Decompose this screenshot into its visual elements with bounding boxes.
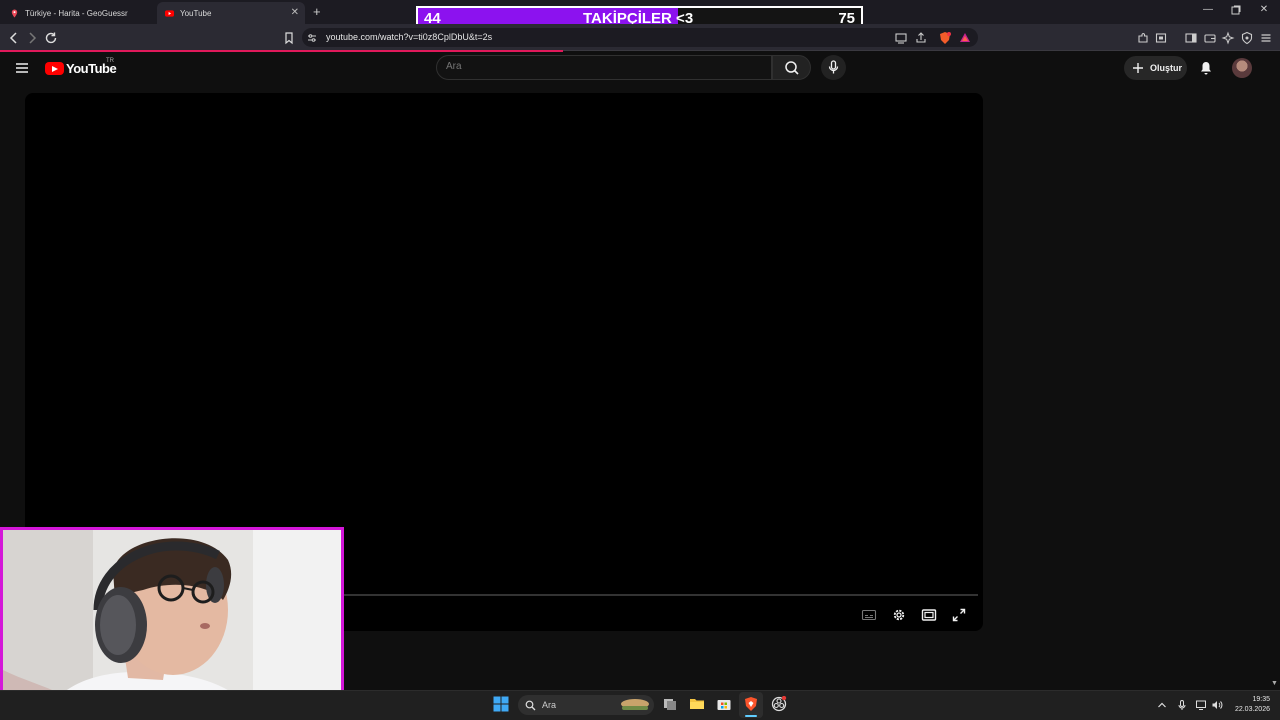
taskbar-search-placeholder: Ara [542, 700, 557, 710]
map-pin-icon [10, 8, 19, 18]
leo-ai-icon[interactable] [1221, 31, 1235, 45]
forward-icon[interactable] [25, 31, 39, 45]
plus-icon [1133, 63, 1143, 73]
theater-mode-icon[interactable] [921, 607, 937, 623]
tab-geoguessr[interactable]: Türkiye - Harita - GeoGuessr [2, 2, 152, 24]
screenshot-icon[interactable] [1154, 31, 1168, 45]
search-highlight-icon [621, 699, 649, 710]
clock-time: 19:35 [1252, 696, 1270, 703]
tab-label: Türkiye - Harita - GeoGuessr [25, 8, 128, 18]
brave-shields-icon[interactable] [938, 31, 952, 45]
reload-icon[interactable] [44, 31, 58, 45]
microphone-tray-icon[interactable] [1176, 699, 1188, 711]
share-icon[interactable] [914, 31, 928, 45]
voice-search-button[interactable] [821, 55, 846, 80]
taskbar-clock[interactable]: 19:35 22.03.2026 [1228, 695, 1270, 715]
maximize-button[interactable] [1222, 4, 1250, 16]
tab-label: YouTube [180, 8, 212, 18]
microsoft-store-icon[interactable] [716, 696, 732, 712]
vpn-shield-icon[interactable] [1240, 31, 1254, 45]
new-tab-button[interactable]: + [313, 4, 321, 19]
bookmark-icon[interactable] [282, 31, 296, 45]
create-button[interactable]: Oluştur [1124, 56, 1187, 80]
brave-browser-icon[interactable] [743, 696, 759, 712]
back-icon[interactable] [7, 31, 21, 45]
sidebar-icon[interactable] [1184, 31, 1198, 45]
hamburger-menu-icon[interactable] [15, 61, 29, 75]
wallet-icon[interactable] [1203, 31, 1217, 45]
close-tab-icon[interactable]: ✕ [291, 7, 299, 18]
search-input[interactable] [446, 61, 746, 72]
country-code: TR [106, 58, 114, 64]
minimize-button[interactable]: — [1194, 4, 1222, 15]
site-settings-icon[interactable] [307, 33, 317, 43]
cast-icon[interactable] [894, 31, 908, 45]
active-app-indicator [745, 715, 757, 717]
clock-date: 22.03.2026 [1234, 706, 1270, 713]
menu-icon[interactable] [1259, 31, 1273, 45]
create-button-label: Oluştur [1150, 63, 1183, 73]
tab-youtube[interactable]: YouTube ✕ [157, 2, 305, 24]
fullscreen-icon[interactable] [951, 607, 967, 623]
windows-start-icon[interactable] [493, 696, 509, 712]
notifications-bell-icon[interactable] [1198, 60, 1214, 76]
subtitles-icon[interactable] [861, 607, 877, 623]
show-hidden-icons-chevron-icon[interactable] [1156, 699, 1168, 711]
volume-icon[interactable] [1211, 699, 1223, 711]
brave-rewards-icon[interactable] [958, 31, 972, 45]
url-text[interactable]: youtube.com/watch?v=ti0z8CplDbU&t=2s [326, 32, 492, 42]
youtube-play-icon [45, 62, 64, 75]
search-button[interactable] [772, 55, 811, 80]
task-view-icon[interactable] [662, 696, 678, 712]
obs-studio-icon[interactable] [771, 696, 787, 712]
close-window-button[interactable]: ✕ [1250, 4, 1278, 15]
network-icon[interactable] [1195, 699, 1207, 711]
microphone-icon [828, 60, 839, 74]
webcam-person-image [3, 530, 341, 717]
extensions-icon[interactable] [1136, 31, 1150, 45]
youtube-icon [165, 9, 174, 18]
avatar[interactable] [1232, 58, 1252, 78]
search-icon [785, 61, 799, 75]
settings-gear-icon[interactable] [891, 607, 907, 623]
file-explorer-icon[interactable] [689, 696, 705, 712]
taskbar-search[interactable]: Ara [518, 695, 654, 715]
search-icon [525, 700, 536, 710]
scroll-down-arrow-icon[interactable]: ▼ [1271, 680, 1278, 687]
